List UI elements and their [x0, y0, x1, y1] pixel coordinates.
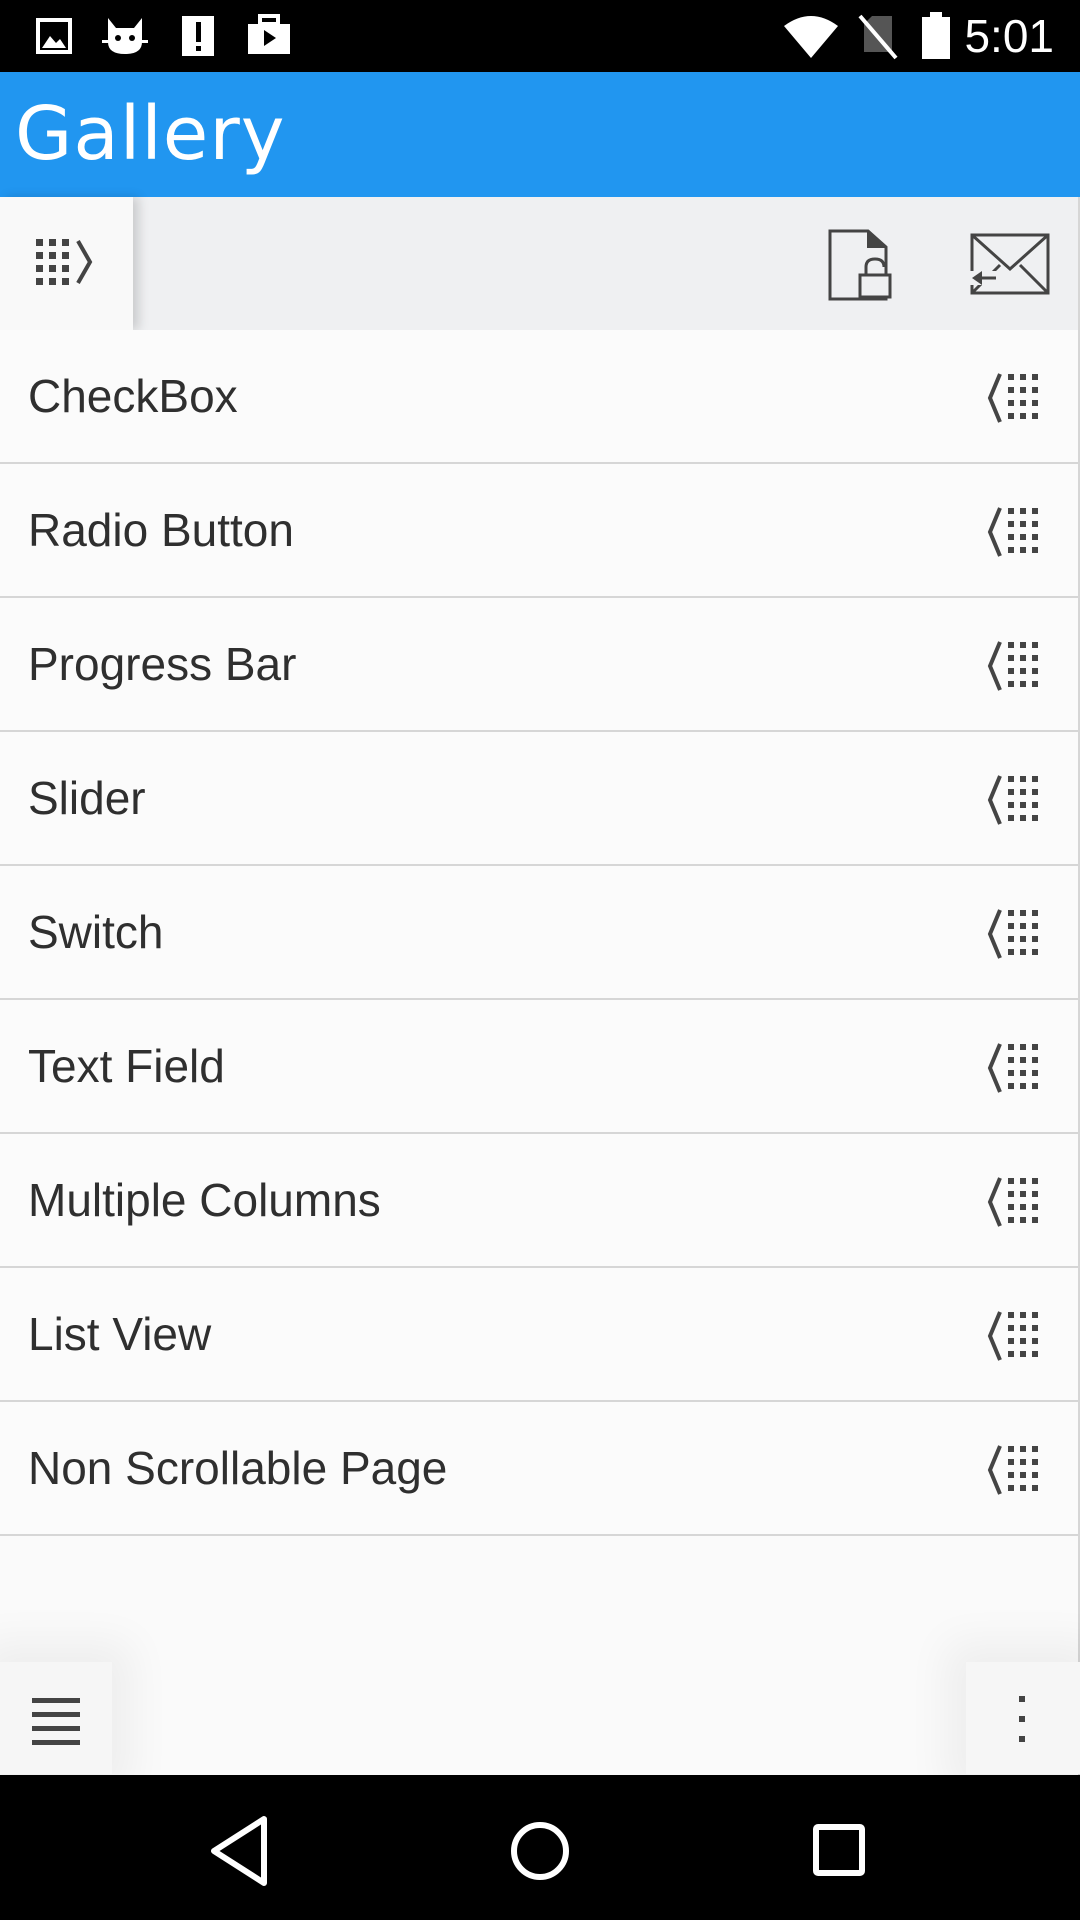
image-icon: [36, 18, 72, 54]
alert-icon: [182, 16, 214, 56]
list-item-list-view[interactable]: List View: [0, 1268, 1078, 1402]
list-item-label: Text Field: [28, 1040, 225, 1092]
grid-chevron-icon: [987, 1043, 1038, 1093]
list-item-label: CheckBox: [28, 370, 238, 422]
mail-icon[interactable]: [970, 231, 1050, 297]
wifi-icon: [784, 16, 838, 58]
work-icon: [248, 14, 290, 54]
recents-icon[interactable]: [800, 1811, 880, 1891]
lock-file-icon[interactable]: [826, 229, 896, 301]
more-options-button[interactable]: [966, 1662, 1080, 1774]
list-item-checkbox[interactable]: CheckBox: [0, 330, 1078, 464]
home-icon[interactable]: [500, 1811, 580, 1891]
grid-chevron-icon: [987, 373, 1038, 423]
list-item-slider[interactable]: Slider: [0, 732, 1078, 866]
gallery-list: CheckBox Radio Button Progress Bar Slide…: [0, 330, 1078, 1536]
grid-chevron-icon: [987, 775, 1038, 825]
back-icon[interactable]: [200, 1811, 280, 1891]
drawer-toggle-icon: [36, 239, 93, 285]
list-item-label: Multiple Columns: [28, 1174, 381, 1226]
cat-icon: [102, 18, 148, 54]
list-item-radio-button[interactable]: Radio Button: [0, 464, 1078, 598]
list-item-label: Progress Bar: [28, 638, 297, 690]
app-bar: Gallery: [0, 72, 1080, 197]
more-vert-icon: [1019, 1696, 1025, 1742]
list-item-label: Slider: [28, 772, 146, 824]
menu-icon: [32, 1698, 80, 1745]
list-item-label: Radio Button: [28, 504, 294, 556]
drawer-toggle-button[interactable]: [0, 197, 133, 330]
menu-button[interactable]: [0, 1662, 112, 1774]
no-sim-icon: [858, 14, 898, 60]
grid-chevron-icon: [987, 641, 1038, 691]
list-item-text-field[interactable]: Text Field: [0, 1000, 1078, 1134]
list-item-multiple-columns[interactable]: Multiple Columns: [0, 1134, 1078, 1268]
list-item-label: List View: [28, 1308, 212, 1360]
grid-chevron-icon: [987, 1445, 1038, 1495]
grid-chevron-icon: [987, 909, 1038, 959]
app-title: Gallery: [15, 91, 286, 177]
navigation-bar: [0, 1775, 1080, 1920]
list-item-label: Switch: [28, 906, 164, 958]
status-bar: 5:01: [0, 0, 1080, 72]
screen: 5:01 Gallery CheckBox Radio Button Progr…: [0, 0, 1080, 1920]
grid-chevron-icon: [987, 507, 1038, 557]
list-item-non-scrollable-page[interactable]: Non Scrollable Page: [0, 1402, 1078, 1536]
battery-icon: [922, 12, 950, 59]
list-item-label: Non Scrollable Page: [28, 1442, 448, 1494]
grid-chevron-icon: [987, 1177, 1038, 1227]
list-item-progress-bar[interactable]: Progress Bar: [0, 598, 1078, 732]
status-time: 5:01: [964, 10, 1054, 62]
list-item-switch[interactable]: Switch: [0, 866, 1078, 1000]
toolbar: [0, 197, 1078, 330]
grid-chevron-icon: [987, 1311, 1038, 1361]
